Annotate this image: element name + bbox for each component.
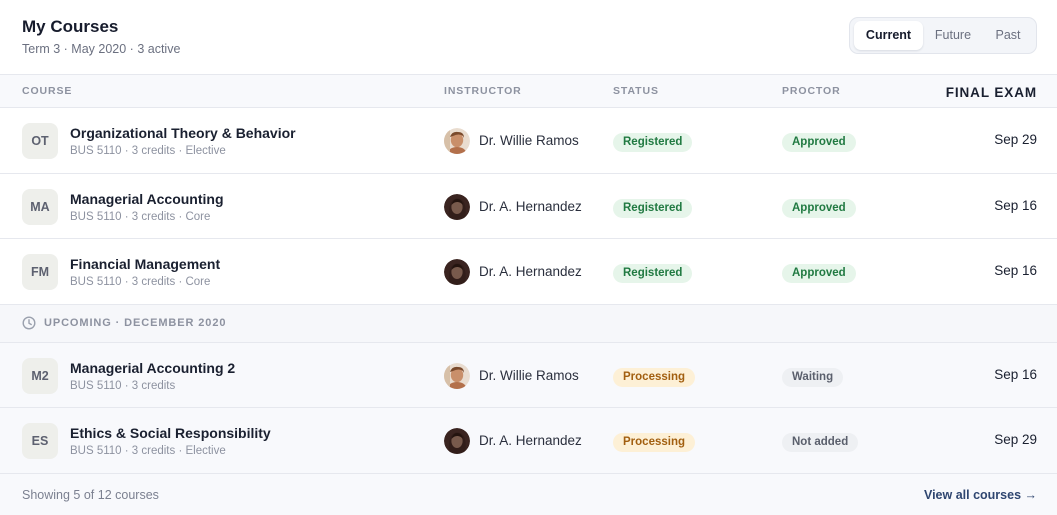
instructor-name: Dr. A. Hernandez bbox=[479, 198, 582, 214]
proctor-badge: Approved bbox=[782, 133, 856, 152]
course-meta: BUS 5110 · 3 credits · Elective bbox=[70, 145, 226, 157]
courses-header: My Courses Term 3 · May 2020 · 3 active … bbox=[0, 0, 1057, 75]
course-initials-badge: M2 bbox=[22, 357, 58, 394]
status-badge: Registered bbox=[613, 133, 693, 152]
course-row[interactable]: OT Organizational Theory & Behavior BUS 51… bbox=[0, 108, 1057, 174]
tab-past[interactable]: Past bbox=[983, 21, 1033, 50]
course-name[interactable]: Managerial Accounting 2 bbox=[70, 360, 235, 376]
clock-icon bbox=[22, 316, 36, 330]
course-initials-badge: MA bbox=[22, 188, 58, 225]
course-meta: BUS 5110 · 3 credits · Elective bbox=[70, 445, 226, 457]
term-segmented-control: Current Future Past bbox=[849, 17, 1037, 54]
final-exam-date: Sep 16 bbox=[994, 263, 1037, 278]
view-all-courses-link[interactable]: View all courses → bbox=[924, 488, 1037, 502]
course-name[interactable]: Financial Management bbox=[70, 256, 220, 272]
final-exam-date: Sep 16 bbox=[994, 197, 1037, 213]
instructor-avatar bbox=[444, 128, 470, 154]
instructor-avatar bbox=[444, 259, 470, 285]
instructor-avatar bbox=[444, 193, 470, 220]
final-exam-date: Sep 16 bbox=[994, 366, 1037, 382]
course-initials-badge: ES bbox=[22, 423, 58, 459]
column-header-status: STATUS bbox=[613, 85, 659, 97]
showing-count: Showing 5 of 12 courses bbox=[22, 488, 159, 502]
course-initials-badge: OT bbox=[22, 123, 58, 159]
course-name[interactable]: Organizational Theory & Behavior bbox=[70, 125, 296, 141]
proctor-badge: Not added bbox=[782, 433, 859, 452]
column-header-proctor: PROCTOR bbox=[782, 85, 841, 97]
course-name[interactable]: Ethics & Social Responsibility bbox=[70, 425, 271, 441]
page-subtitle: Term 3 · May 2020 · 3 active bbox=[22, 42, 181, 56]
tab-current[interactable]: Current bbox=[854, 21, 923, 50]
status-badge: Registered bbox=[613, 198, 693, 218]
column-header-final-exam: FINAL EXAM bbox=[945, 85, 1037, 100]
status-badge: Processing bbox=[613, 367, 695, 387]
final-exam-date: Sep 29 bbox=[994, 432, 1037, 447]
instructor-name: Dr. A. Hernandez bbox=[479, 264, 582, 279]
proctor-badge: Approved bbox=[782, 264, 856, 283]
column-header-course: COURSE bbox=[22, 85, 73, 97]
course-row[interactable]: FM Financial Management BUS 5110 · 3 credi… bbox=[0, 239, 1057, 305]
final-exam-date: Sep 29 bbox=[994, 132, 1037, 147]
upcoming-group-label: UPCOMING · DECEMBER 2020 bbox=[44, 317, 227, 329]
tab-future[interactable]: Future bbox=[925, 21, 981, 50]
page-title: My Courses bbox=[22, 17, 119, 36]
course-row[interactable]: ES Ethics & Social Responsibility BUS 5110… bbox=[0, 408, 1057, 474]
proctor-badge: Waiting bbox=[782, 367, 844, 387]
column-header-instructor: INSTRUCTOR bbox=[444, 85, 522, 97]
instructor-name: Dr. Willie Ramos bbox=[479, 367, 579, 383]
course-meta: BUS 5110 · 3 credits · Core bbox=[70, 210, 211, 223]
upcoming-group-header: UPCOMING · DECEMBER 2020 bbox=[0, 305, 1057, 343]
instructor-avatar bbox=[444, 428, 470, 454]
instructor-name: Dr. A. Hernandez bbox=[479, 433, 582, 448]
course-initials-badge: FM bbox=[22, 254, 58, 290]
instructor-name: Dr. Willie Ramos bbox=[479, 133, 579, 148]
course-name[interactable]: Managerial Accounting bbox=[70, 191, 224, 207]
course-meta: BUS 5110 · 3 credits bbox=[70, 379, 176, 392]
course-row[interactable]: MA Managerial Accounting BUS 5110 · 3 cred… bbox=[0, 174, 1057, 239]
table-header: COURSE INSTRUCTOR STATUS PROCTOR FINAL E… bbox=[0, 74, 1057, 108]
proctor-badge: Approved bbox=[782, 198, 856, 218]
table-footer: Showing 5 of 12 courses View all courses… bbox=[0, 474, 1057, 515]
course-meta: BUS 5110 · 3 credits · Core bbox=[70, 276, 211, 288]
course-row[interactable]: M2 Managerial Accounting 2 BUS 5110 · 3 cr… bbox=[0, 343, 1057, 408]
status-badge: Processing bbox=[613, 433, 695, 452]
instructor-avatar bbox=[444, 362, 470, 389]
status-badge: Registered bbox=[613, 264, 693, 283]
courses-card: My Courses Term 3 · May 2020 · 3 active … bbox=[0, 0, 1057, 515]
